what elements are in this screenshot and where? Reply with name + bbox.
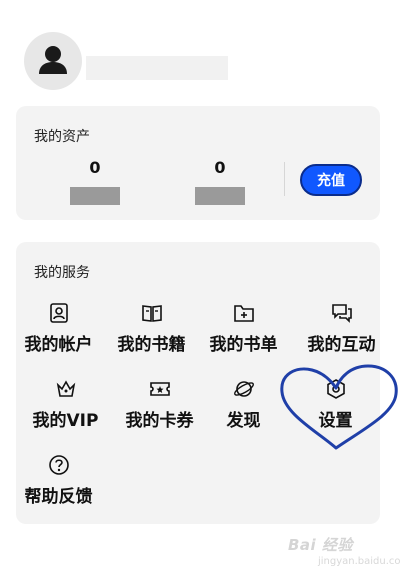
service-my-booklists[interactable]: 我的书单 <box>196 302 291 362</box>
book-icon <box>141 305 162 322</box>
assets-title: 我的资产 <box>34 129 90 145</box>
planet-icon <box>233 381 254 397</box>
service-my-books[interactable]: 我的书籍 <box>104 302 199 362</box>
service-help-feedback[interactable]: 帮助反馈 <box>11 454 106 514</box>
service-label: 我的互动 <box>307 335 376 355</box>
profile-header[interactable] <box>24 32 384 92</box>
username-placeholder <box>86 56 228 80</box>
heart-annotation <box>280 364 398 450</box>
service-label: 我的帐户 <box>24 335 93 355</box>
asset-item[interactable]: 0 <box>180 158 260 205</box>
recharge-button[interactable]: 充值 <box>300 164 362 196</box>
service-my-interactions[interactable]: 我的互动 <box>294 302 389 362</box>
service-label: 我的VIP <box>32 411 99 431</box>
avatar[interactable] <box>24 32 82 90</box>
assets-card: 我的资产 0 0 充值 <box>16 106 380 220</box>
watermark-url: jingyan.baidu.com <box>318 556 400 567</box>
service-my-account[interactable]: 我的帐户 <box>11 302 106 362</box>
service-label: 我的书籍 <box>117 335 186 355</box>
account-icon <box>49 303 68 323</box>
folder-add-icon <box>233 305 254 322</box>
watermark-logo: Bai 经验 <box>288 536 353 554</box>
asset-value: 0 <box>89 158 101 177</box>
service-label: 发现 <box>226 411 261 431</box>
service-label: 帮助反馈 <box>24 487 93 507</box>
person-icon <box>39 46 67 74</box>
service-my-vip[interactable]: 我的VIP <box>18 378 113 438</box>
service-label: 我的书单 <box>209 335 278 355</box>
asset-item[interactable]: 0 <box>55 158 135 205</box>
service-my-coupons[interactable]: 我的卡券 <box>112 378 207 438</box>
asset-label-redacted <box>195 187 245 205</box>
chat-icon <box>331 304 352 323</box>
divider <box>284 162 285 196</box>
service-label: 我的卡券 <box>125 411 194 431</box>
services-title: 我的服务 <box>34 265 90 281</box>
help-icon <box>48 455 69 475</box>
asset-value: 0 <box>214 158 226 177</box>
crown-icon <box>56 380 75 397</box>
ticket-icon <box>149 382 170 396</box>
asset-label-redacted <box>70 187 120 205</box>
service-discover[interactable]: 发现 <box>196 378 291 438</box>
